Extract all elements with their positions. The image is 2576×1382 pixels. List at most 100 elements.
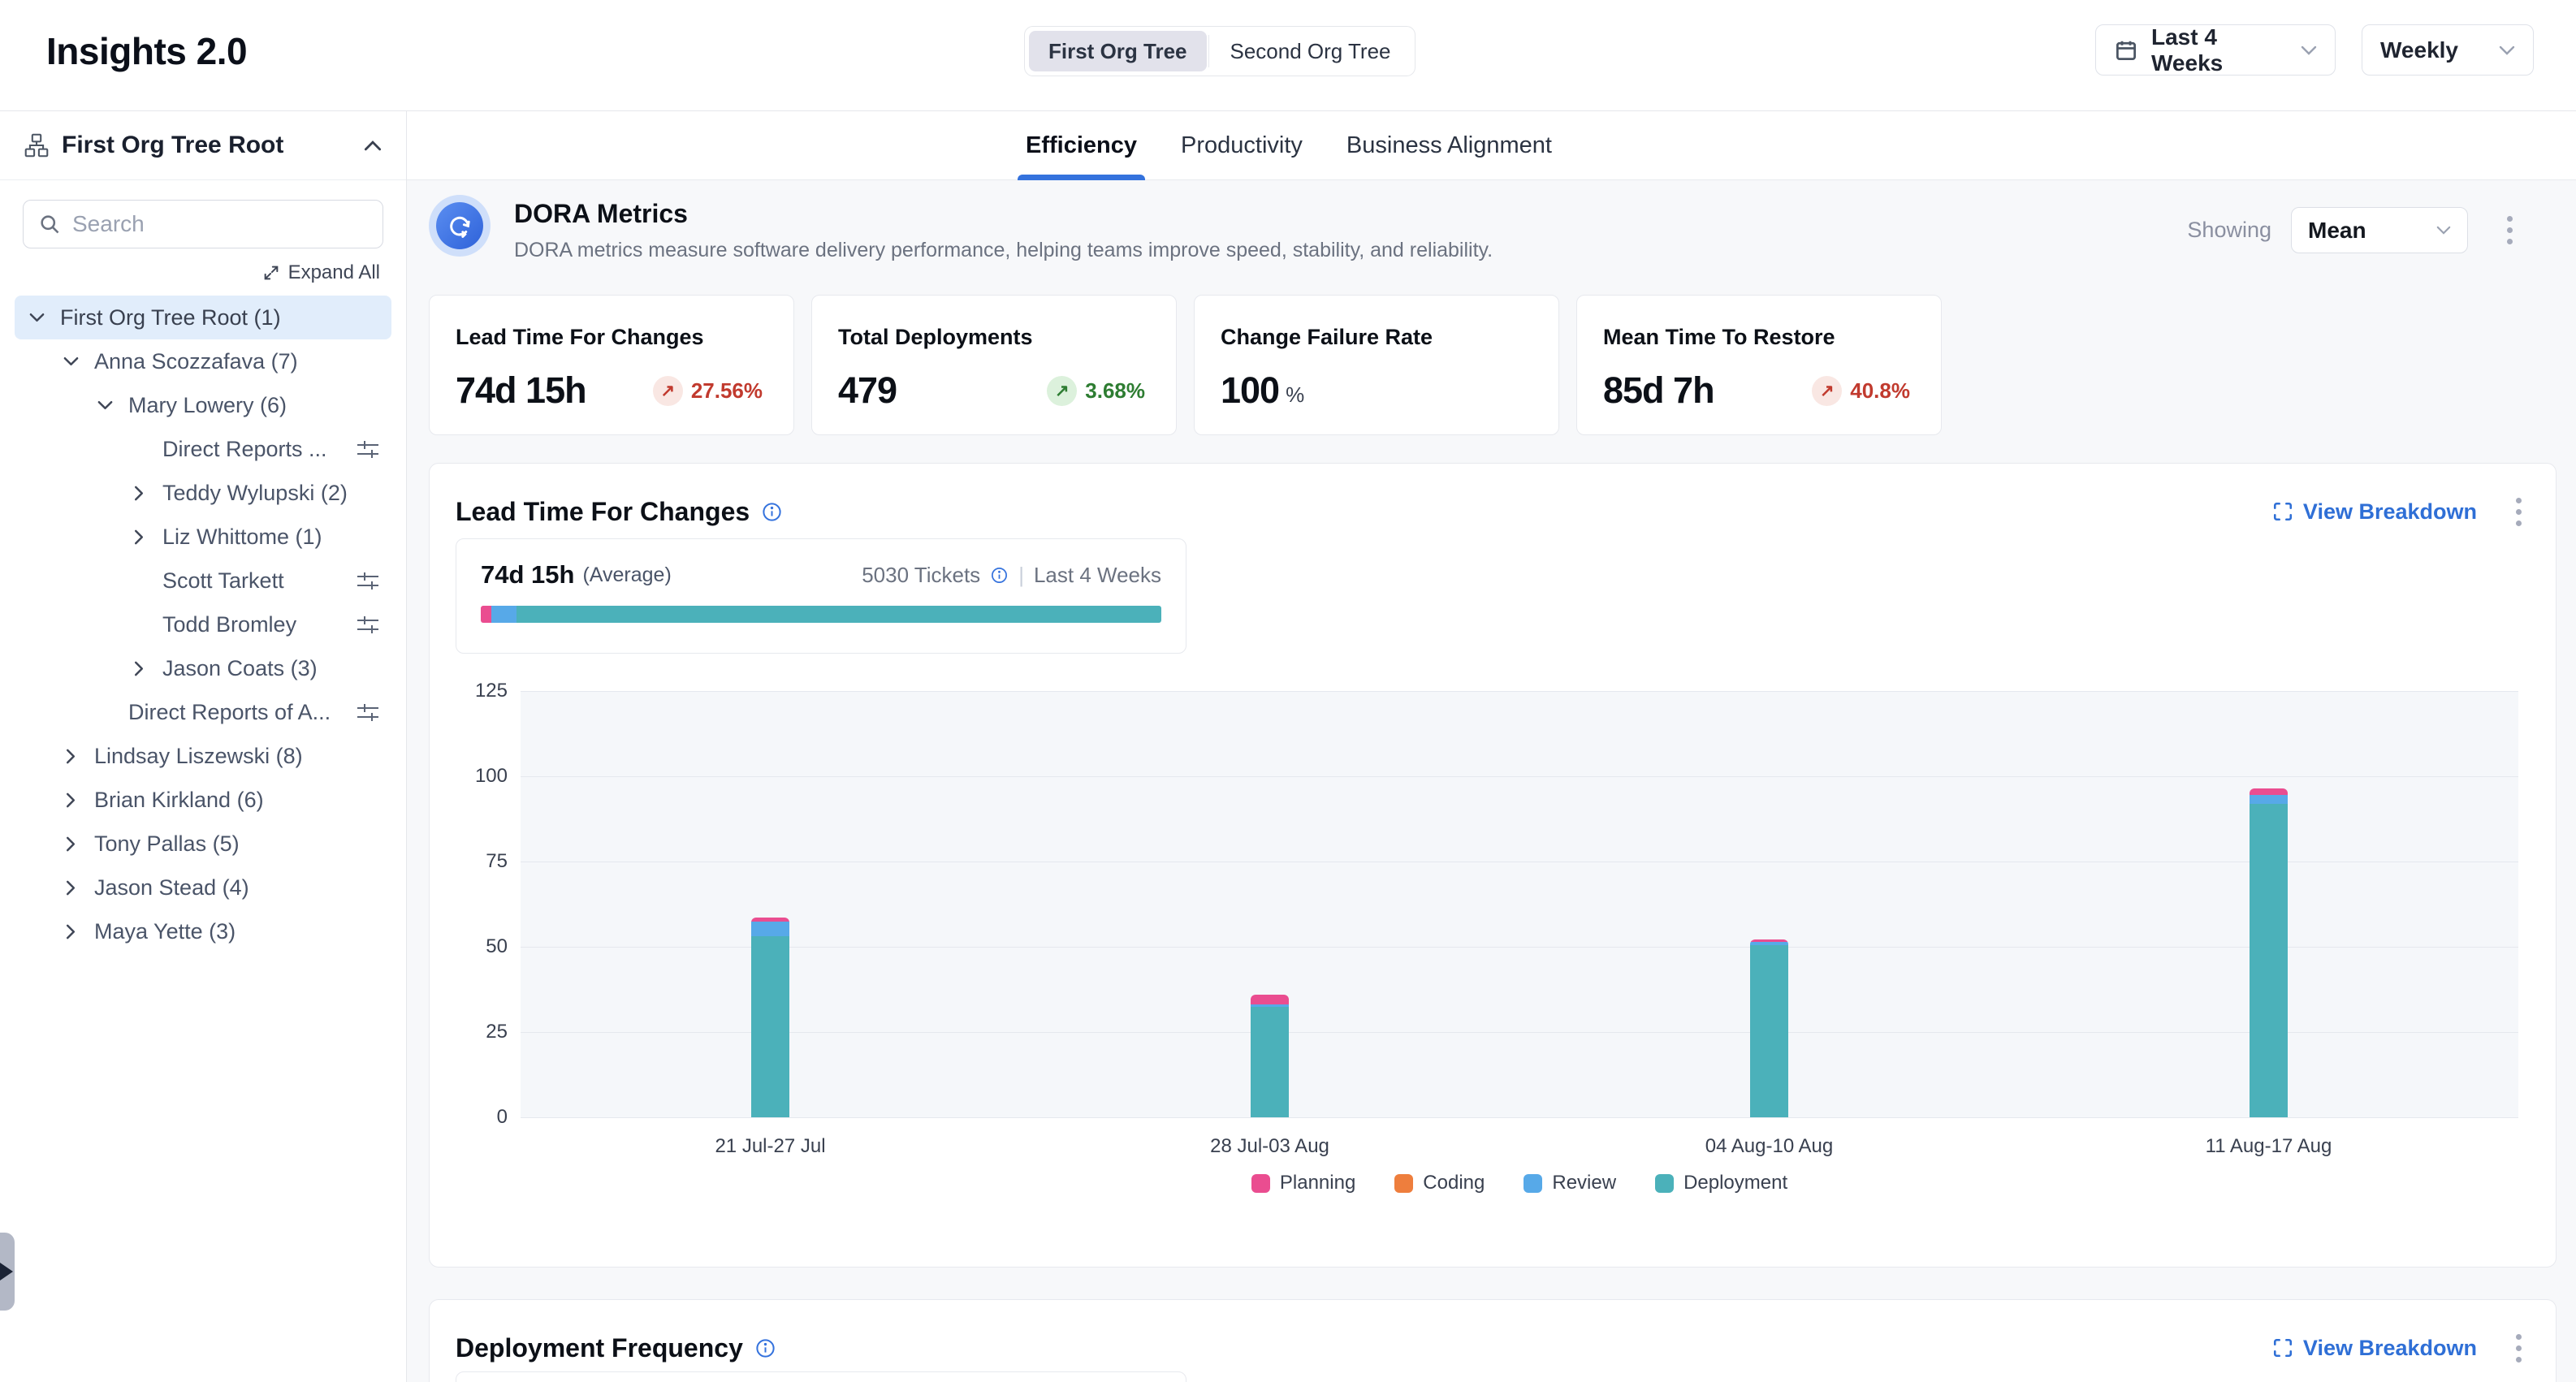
info-icon[interactable] [990, 566, 1009, 585]
y-tick-label: 50 [434, 935, 508, 958]
tree-item[interactable]: Anna Scozzafava (7) [15, 339, 391, 383]
bar-segment-deployment [751, 936, 789, 1117]
showing-select[interactable]: Mean [2291, 207, 2468, 253]
tree-item[interactable]: Lindsay Liszewski (8) [15, 734, 391, 778]
filter-icon[interactable] [356, 570, 380, 591]
chevron-right-icon[interactable] [57, 836, 84, 852]
chevron-right-icon[interactable] [125, 661, 153, 676]
expand-all-button[interactable]: Expand All [0, 261, 406, 284]
y-tick-label: 100 [434, 765, 508, 788]
trend-delta: 3.68% [1085, 378, 1145, 404]
tab-efficiency[interactable]: Efficiency [1022, 111, 1140, 180]
bar-28-Jul-03-Aug[interactable] [1251, 995, 1289, 1117]
tree-item-label: Brian Kirkland (6) [94, 788, 264, 813]
tree-item[interactable]: Todd Bromley [15, 602, 391, 646]
dora-kebab-menu[interactable] [2504, 210, 2516, 251]
metric-card-value-row: 74d 15h↗27.56% [456, 369, 767, 412]
deployment-frequency-section: Deployment Frequency View Breakdown [429, 1299, 2557, 1382]
chevron-right-icon[interactable] [57, 792, 84, 808]
chevron-down-icon[interactable] [57, 356, 84, 366]
chevron-down-icon[interactable] [23, 313, 50, 322]
dora-cycle-icon [436, 202, 483, 249]
chevron-down-icon [2499, 45, 2515, 55]
tree-item[interactable]: Scott Tarkett [15, 559, 391, 602]
filter-icon[interactable] [356, 614, 380, 635]
x-tick-label: 04 Aug-10 Aug [1648, 1135, 1891, 1158]
tree-item-label: Maya Yette (3) [94, 919, 236, 944]
chevron-right-icon[interactable] [57, 880, 84, 896]
calendar-icon [2114, 38, 2138, 63]
tree-item[interactable]: Mary Lowery (6) [15, 383, 391, 427]
legend-label: Deployment [1683, 1172, 1787, 1194]
chevron-right-icon[interactable] [125, 529, 153, 545]
metric-card-label: Mean Time To Restore [1603, 325, 1915, 350]
tree-item[interactable]: Brian Kirkland (6) [15, 778, 391, 822]
legend-item-review: Review [1524, 1172, 1616, 1194]
chevron-down-icon[interactable] [91, 400, 119, 410]
deployment-view-breakdown[interactable]: View Breakdown [2272, 1336, 2477, 1361]
panel-expand-handle[interactable] [0, 1233, 15, 1311]
search-input[interactable] [72, 211, 368, 237]
lead-time-view-breakdown[interactable]: View Breakdown [2272, 499, 2477, 525]
date-range-select[interactable]: Last 4 Weeks [2095, 24, 2336, 76]
x-tick-label: 21 Jul-27 Jul [649, 1135, 893, 1158]
metric-card-label: Total Deployments [838, 325, 1150, 350]
tree-item[interactable]: Jason Stead (4) [15, 866, 391, 909]
tree-item[interactable]: Maya Yette (3) [15, 909, 391, 953]
bar-segment-review [751, 922, 789, 937]
summary-bar-segment-planning [481, 606, 491, 623]
bar-segment-planning [1251, 995, 1289, 1004]
org-tree-toggle[interactable]: First Org TreeSecond Org Tree [1024, 26, 1416, 76]
tree-item[interactable]: Liz Whittome (1) [15, 515, 391, 559]
date-range-value: Last 4 Weeks [2151, 24, 2275, 76]
tree-item[interactable]: Jason Coats (3) [15, 646, 391, 690]
tree-item[interactable]: Teddy Wylupski (2) [15, 471, 391, 515]
info-icon[interactable] [761, 501, 783, 523]
tree-item-label: Jason Coats (3) [162, 656, 318, 681]
metric-cards-row: Lead Time For Changes74d 15h↗27.56%Total… [429, 295, 1942, 435]
granularity-select[interactable]: Weekly [2362, 24, 2534, 76]
caret-right-icon [0, 1263, 13, 1281]
dora-metrics-header: DORA Metrics DORA metrics measure softwa… [436, 199, 1493, 262]
info-icon[interactable] [754, 1337, 776, 1359]
bar-04-Aug-10-Aug[interactable] [1750, 939, 1788, 1117]
granularity-value: Weekly [2380, 37, 2458, 63]
bar-11-Aug-17-Aug[interactable] [2250, 788, 2288, 1117]
tab-productivity[interactable]: Productivity [1178, 111, 1306, 180]
deployment-kebab-menu[interactable] [2513, 1328, 2525, 1368]
lead-time-kebab-menu[interactable] [2513, 491, 2525, 532]
metric-card-label: Change Failure Rate [1221, 325, 1532, 350]
org-toggle-option[interactable]: Second Org Tree [1211, 31, 1411, 71]
legend-item-planning: Planning [1251, 1172, 1355, 1194]
trend-delta: 40.8% [1850, 378, 1910, 404]
search-box[interactable] [23, 200, 383, 248]
y-tick-label: 25 [434, 1021, 508, 1043]
chevron-right-icon[interactable] [125, 486, 153, 501]
tree-item-label: Direct Reports ... [162, 437, 327, 462]
tree-item[interactable]: Direct Reports ... [15, 427, 391, 471]
chevron-right-icon[interactable] [57, 749, 84, 764]
trend-badge: ↗ 40.8% [1812, 376, 1910, 406]
org-toggle-option[interactable]: First Org Tree [1029, 31, 1207, 71]
summary-tickets: 5030 Tickets [862, 563, 980, 588]
trend-up-icon: ↗ [1812, 376, 1842, 406]
legend-swatch [1251, 1174, 1270, 1193]
filter-icon[interactable] [356, 702, 380, 723]
bar-21-Jul-27-Jul[interactable] [751, 918, 789, 1117]
tree-item[interactable]: First Org Tree Root (1) [15, 296, 391, 339]
tree-item[interactable]: Direct Reports of A... [15, 690, 391, 734]
x-tick-label: 11 Aug-17 Aug [2147, 1135, 2391, 1158]
tree-item[interactable]: Tony Pallas (5) [15, 822, 391, 866]
summary-period: Last 4 Weeks [1034, 563, 1161, 588]
filter-icon[interactable] [356, 438, 380, 460]
tabs-bar: Efficiency Productivity Business Alignment [407, 111, 2576, 180]
tab-business-alignment[interactable]: Business Alignment [1343, 111, 1555, 180]
gridline [521, 1117, 2518, 1118]
chevron-right-icon[interactable] [57, 924, 84, 939]
app-title: Insights 2.0 [46, 29, 247, 73]
main-content: Efficiency Productivity Business Alignment… [407, 111, 2576, 1382]
collapse-chevron-up-icon[interactable] [364, 140, 382, 151]
tree-item-label: Mary Lowery (6) [128, 393, 287, 418]
tree-item-label: Anna Scozzafava (7) [94, 349, 298, 374]
bar-segment-review [2250, 795, 2288, 804]
